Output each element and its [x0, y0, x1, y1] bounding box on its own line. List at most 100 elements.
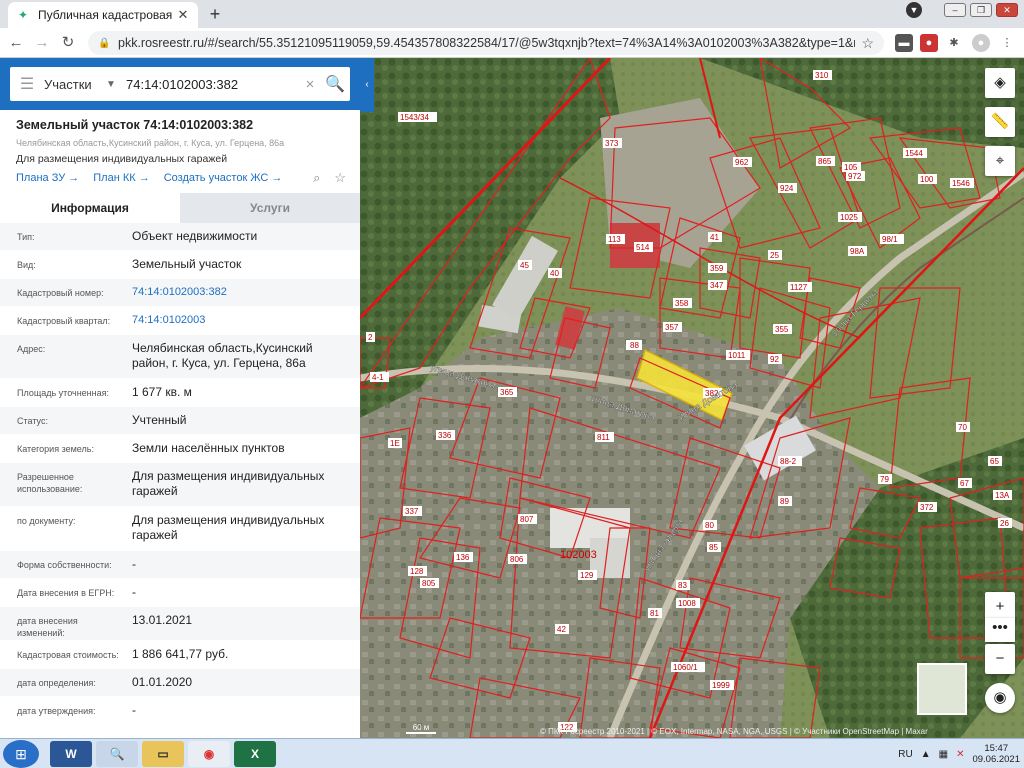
parcel-label[interactable]: 45	[520, 261, 529, 270]
collapse-panel-button[interactable]: ‹	[360, 58, 374, 112]
parcel-label[interactable]: 811	[597, 433, 610, 442]
parcel-label[interactable]: 372	[920, 503, 934, 512]
parcel-label[interactable]: 98/1	[882, 235, 898, 244]
parcel-label[interactable]: 13А	[995, 491, 1010, 500]
tab-services[interactable]: Услуги	[180, 193, 360, 223]
parcel-label[interactable]: 83	[678, 581, 687, 590]
parcel-label[interactable]: 105	[844, 163, 858, 172]
tray-arrow-icon[interactable]: ▲	[921, 749, 931, 760]
clock[interactable]: 15:47 09.06.2021	[972, 743, 1020, 765]
create-parcel-link[interactable]: Создать участок ЖС →	[164, 172, 283, 184]
parcel-label[interactable]: 129	[580, 571, 594, 580]
plan-zu-link[interactable]: Плана ЗУ →	[16, 172, 79, 184]
profile-avatar[interactable]: ●	[972, 34, 990, 52]
new-tab-button[interactable]: +	[205, 4, 225, 24]
network-icon[interactable]: ▦	[939, 749, 948, 760]
minimize-button[interactable]: –	[944, 3, 966, 17]
parcel-label[interactable]: 972	[848, 172, 862, 181]
parcel-label[interactable]: 67	[960, 479, 969, 488]
parcel-label[interactable]: 357	[665, 323, 679, 332]
parcel-label[interactable]: 355	[775, 325, 789, 334]
parcel-label[interactable]: 81	[650, 609, 659, 618]
parcel-label[interactable]: 1025	[840, 213, 858, 222]
menu-icon[interactable]: ☰	[10, 74, 44, 94]
compass-icon[interactable]: ◉	[985, 683, 1015, 713]
browser-tab[interactable]: ✦ Публичная кадастровая карта ✕	[8, 2, 198, 28]
parcel-label[interactable]: 92	[770, 355, 779, 364]
parcel-label[interactable]: 40	[550, 269, 559, 278]
parcel-label[interactable]: 373	[605, 139, 619, 148]
chrome-menu-icon[interactable]: ⋮	[998, 34, 1016, 52]
attribute-link[interactable]: 74:14:0102003:382	[132, 279, 360, 306]
parcel-label[interactable]: 2	[368, 333, 373, 342]
start-button[interactable]: ⊞	[3, 740, 39, 768]
parcel-label[interactable]: 358	[675, 299, 689, 308]
favorite-star-icon[interactable]: ☆	[334, 170, 346, 186]
clear-icon[interactable]: ×	[300, 76, 320, 93]
parcel-label[interactable]: 1060/1	[673, 663, 698, 672]
close-tab-icon[interactable]: ✕	[176, 7, 190, 23]
attribute-link[interactable]: 74:14:0102003	[132, 307, 360, 334]
parcel-label[interactable]: 65	[990, 457, 999, 466]
parcel-label[interactable]: 89	[780, 497, 789, 506]
parcel-label[interactable]: 85	[709, 543, 718, 552]
parcel-label[interactable]: 807	[520, 515, 534, 524]
parcel-label[interactable]: 1008	[678, 599, 696, 608]
parcel-label[interactable]: 98А	[850, 247, 865, 256]
extensions-puzzle-icon[interactable]: ✱	[945, 34, 963, 52]
parcel-label[interactable]: 80	[705, 521, 714, 530]
extension-icon[interactable]: ▬	[895, 34, 913, 52]
explorer-taskbar-icon[interactable]: ▭	[142, 741, 184, 767]
parcel-label[interactable]: 25	[770, 251, 779, 260]
parcel-label[interactable]: 347	[710, 281, 724, 290]
parcel-label[interactable]: 102003	[560, 549, 597, 561]
forward-button[interactable]: →	[32, 34, 52, 52]
parcel-label[interactable]: 1011	[728, 351, 746, 360]
parcel-label[interactable]: 337	[405, 507, 419, 516]
parcel-label[interactable]: 806	[510, 555, 524, 564]
parcel-label[interactable]: 962	[735, 158, 749, 167]
reload-button[interactable]: ↻	[58, 34, 78, 52]
chevron-down-icon[interactable]: ▼	[106, 79, 126, 90]
parcel-label[interactable]: 70	[958, 423, 967, 432]
parcel-label[interactable]: 1127	[790, 283, 808, 292]
parcel-label[interactable]: 865	[818, 157, 832, 166]
language-indicator[interactable]: RU	[898, 749, 912, 760]
parcel-label[interactable]: 100	[920, 175, 934, 184]
parcel-label[interactable]: 805	[422, 579, 436, 588]
search-type-select[interactable]: Участки	[44, 77, 106, 92]
ruler-icon[interactable]: 📏	[985, 107, 1015, 137]
parcel-label[interactable]: 42	[557, 625, 566, 634]
parcel-label[interactable]: 365	[500, 388, 514, 397]
chrome-taskbar-icon[interactable]: ◉	[188, 741, 230, 767]
map-canvas[interactable]: 310 1543/34 373 962 865 105972 1544 100 1546 924 4…	[360, 58, 1024, 738]
parcel-label[interactable]: 88-2	[780, 457, 797, 466]
parcel-label[interactable]: 113	[608, 235, 621, 244]
word-taskbar-icon[interactable]: W	[50, 741, 92, 767]
tab-search-icon[interactable]: ▼	[906, 2, 922, 18]
extension-red-icon[interactable]: ●	[920, 34, 938, 52]
parcel-label[interactable]: 1544	[905, 149, 923, 158]
parcel-label[interactable]: 336	[438, 431, 452, 440]
volume-icon[interactable]: ✕	[956, 749, 964, 760]
parcel-label[interactable]: 136	[456, 553, 470, 562]
zoom-out-button[interactable]: −	[985, 644, 1015, 674]
back-button[interactable]: ←	[6, 34, 26, 52]
parcel-label[interactable]: 1546	[952, 179, 970, 188]
parcel-label[interactable]: 26	[1000, 519, 1009, 528]
url-field[interactable]: 🔒 pkk.rosreestr.ru/#/search/55.351210951…	[88, 31, 884, 55]
parcel-label[interactable]: 359	[710, 264, 724, 273]
search-taskbar-icon[interactable]: 🔍	[96, 741, 138, 767]
maximize-button[interactable]: ❐	[970, 3, 992, 17]
plan-kk-link[interactable]: План КК →	[93, 172, 149, 184]
search-icon[interactable]: 🔍	[320, 74, 350, 94]
excel-taskbar-icon[interactable]: X	[234, 741, 276, 767]
parcel-label[interactable]: 41	[710, 233, 719, 242]
parcel-label[interactable]: 924	[780, 184, 794, 193]
parcel-label[interactable]: 1999	[712, 681, 730, 690]
parcel-label[interactable]: 310	[815, 71, 829, 80]
parcel-label[interactable]: 514	[636, 243, 650, 252]
layers-icon[interactable]: ◈	[985, 68, 1015, 98]
find-icon[interactable]: ⌕	[313, 170, 320, 186]
close-window-button[interactable]: ✕	[996, 3, 1018, 17]
